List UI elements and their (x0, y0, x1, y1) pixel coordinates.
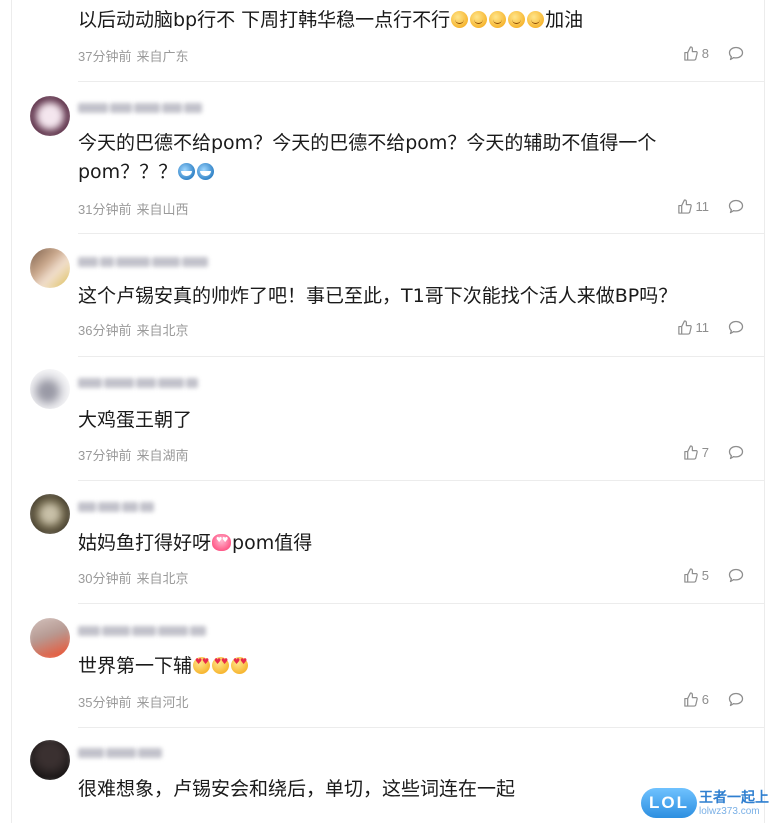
comment-location: 来自湖南 (136, 448, 189, 463)
heart-eyes-emoji-icon (212, 534, 232, 551)
avatar[interactable] (30, 618, 70, 658)
comment-text: 以后动动脑bp行不 下周打韩华稳一点行不行 加油 (78, 9, 584, 31)
comment-time: 36分钟前 (78, 323, 132, 338)
reply-button[interactable] (728, 445, 744, 460)
avatar[interactable] (30, 96, 70, 136)
username[interactable] (78, 254, 210, 270)
avatar[interactable] (30, 248, 70, 288)
smile-emoji-icon (508, 11, 526, 28)
smile-emoji-icon (489, 11, 507, 28)
like-count: 8 (701, 46, 709, 61)
thumbs-up-icon (684, 568, 698, 583)
like-button[interactable]: 6 (683, 692, 709, 707)
like-count: 11 (695, 320, 710, 335)
avatar[interactable] (30, 369, 70, 409)
like-button[interactable]: 5 (683, 568, 709, 583)
heart-emoji-icon (193, 657, 211, 674)
comment-time: 35分钟前 (78, 695, 132, 710)
watermark-url: lolwz373.com (699, 806, 760, 817)
thumbs-up-icon (677, 320, 692, 335)
comment-time: 37分钟前 (78, 448, 132, 463)
like-count: 11 (695, 199, 710, 214)
comment-item: 姑妈鱼打得好呀pom值得 30分钟前来自北京 5 (12, 481, 764, 604)
comment-text: 大鸡蛋王朝了 (78, 409, 193, 431)
thumbs-up-icon (684, 692, 698, 707)
like-button[interactable]: 7 (683, 445, 709, 460)
reply-button[interactable] (728, 320, 744, 335)
username[interactable] (78, 745, 164, 761)
avatar[interactable] (30, 740, 70, 780)
comment-location: 来自山西 (136, 202, 189, 217)
comment-bubble-icon (728, 692, 744, 707)
comment-time: 30分钟前 (78, 571, 132, 586)
comment-item: 世界第一下辅 35分钟前来自河北 6 (12, 604, 764, 728)
heart-emoji-icon (212, 657, 230, 674)
comment-text: 很难想象，卢锡安会和绕后，单切，这些词连在一起 (78, 778, 516, 800)
comment-location: 来自河北 (136, 695, 189, 710)
comment-meta: 31分钟前 来自山西 (78, 199, 188, 218)
comment-list: 以后动动脑bp行不 下周打韩华稳一点行不行 加油 37分钟前 来自广东 8 今天的巴… (11, 0, 765, 823)
avatar[interactable] (30, 494, 70, 534)
comment-meta: 36分钟前 来自北京 (78, 320, 188, 339)
comment-location: 来自北京 (136, 323, 189, 338)
comment-time: 37分钟前 (78, 49, 132, 64)
comment-meta: 37分钟前 来自广东 (78, 46, 188, 65)
username[interactable] (78, 375, 200, 391)
comment-bubble-icon (728, 46, 744, 61)
like-count: 6 (701, 692, 709, 707)
watermark-title: 王者一起上 (699, 789, 769, 805)
reply-button[interactable] (728, 199, 744, 214)
comment-meta: 37分钟前 来自湖南 (78, 445, 188, 464)
like-button[interactable]: 11 (677, 320, 710, 335)
like-button[interactable]: 11 (677, 199, 710, 214)
comment-meta: 35分钟前 来自河北 (78, 692, 188, 711)
comment-location: 来自北京 (136, 571, 189, 586)
smile-emoji-icon (527, 11, 545, 28)
comment-text: 姑妈鱼打得好呀pom值得 (78, 529, 698, 558)
thumbs-up-icon (684, 46, 698, 61)
comment-text: 这个卢锡安真的帅炸了吧！事已至此，T1哥下次能找个活人来做BP吗？ (78, 285, 678, 307)
site-watermark: LOL 王者一起上 lolwz373.com (641, 786, 773, 823)
username[interactable] (78, 499, 156, 515)
comment-bubble-icon (728, 568, 744, 583)
thumbs-up-icon (677, 199, 692, 214)
comment-item: 这个卢锡安真的帅炸了吧！事已至此，T1哥下次能找个活人来做BP吗？ 36分钟前来… (12, 234, 764, 357)
reply-button[interactable] (728, 568, 744, 583)
like-count: 5 (701, 568, 709, 583)
username[interactable] (78, 100, 204, 116)
comment-location: 来自广东 (136, 49, 189, 64)
comment-text: 世界第一下辅 (78, 652, 698, 681)
reply-button[interactable] (728, 46, 744, 61)
thumbs-up-icon (684, 445, 698, 460)
comment-bubble-icon (728, 199, 744, 214)
smile-emoji-icon (451, 11, 469, 28)
username[interactable] (78, 623, 208, 639)
comment-meta: 30分钟前 来自北京 (78, 568, 188, 587)
comment-time: 31分钟前 (78, 202, 132, 217)
comment-item: 今天的巴德不给pom？今天的巴德不给pom？今天的辅助不值得一个pom？？？ 3… (12, 82, 764, 234)
comment-bubble-icon (728, 320, 744, 335)
smile-emoji-icon (470, 11, 488, 28)
heart-emoji-icon (231, 657, 249, 674)
comment-text: 今天的巴德不给pom？今天的巴德不给pom？今天的辅助不值得一个pom？？？ (78, 132, 657, 183)
reply-button[interactable] (728, 692, 744, 707)
watermark-logo: LOL (641, 788, 697, 818)
like-count: 7 (701, 445, 709, 460)
comment-item: 以后动动脑bp行不 下周打韩华稳一点行不行 加油 37分钟前 来自广东 8 (12, 0, 764, 82)
shark-emoji-icon (178, 163, 196, 180)
comment-item: 大鸡蛋王朝了 37分钟前 来自湖南 7 (12, 357, 764, 481)
like-button[interactable]: 8 (683, 46, 709, 61)
shark-emoji-icon (197, 163, 215, 180)
comment-bubble-icon (728, 445, 744, 460)
